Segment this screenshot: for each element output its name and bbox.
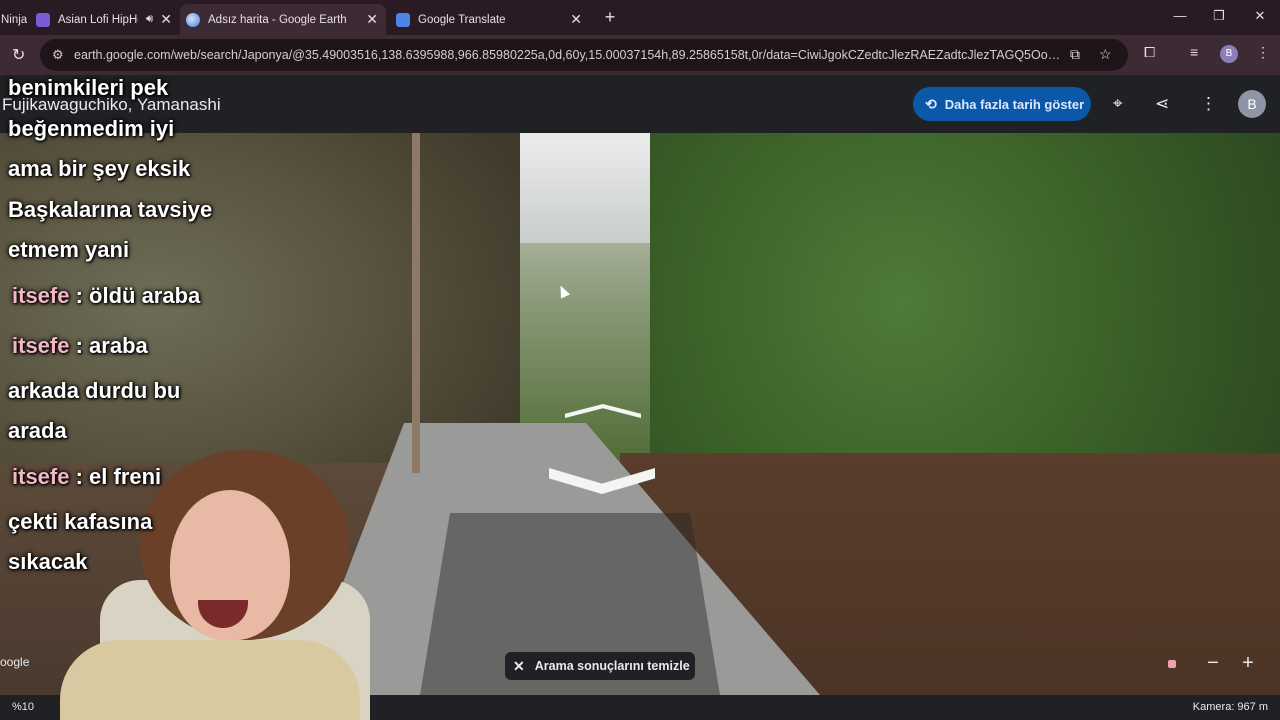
- more-options-icon[interactable]: ⋮: [1200, 94, 1217, 114]
- tab-ninja[interactable]: Ninja: [0, 4, 30, 35]
- google-earth-icon: [186, 12, 200, 27]
- chat-username: itsefe: [12, 282, 70, 308]
- chat-username: itsefe: [12, 463, 70, 489]
- chat-line: Başkalarına tavsiye: [8, 190, 248, 231]
- chat-line: benimkileri pek: [8, 68, 248, 109]
- chat-text: arkada durdu bu: [8, 377, 181, 403]
- chat-line: itsefe : el freni: [8, 452, 248, 502]
- tab-bar: Ninja Asian Lofi HipHop 🔊︎ ✕ Adsız harit…: [0, 0, 1280, 35]
- close-icon[interactable]: ✕: [366, 11, 378, 28]
- streamer-body: [60, 640, 360, 720]
- music-icon: [36, 12, 50, 27]
- chat-text: etmem yani: [8, 237, 130, 262]
- show-more-history-button[interactable]: ⟲ Daha fazla tarih göster: [913, 87, 1091, 121]
- close-icon: ✕: [513, 657, 525, 674]
- profile-avatar[interactable]: B: [1220, 45, 1238, 63]
- chat-line: itsefe : araba: [8, 321, 248, 371]
- bookmark-star-icon[interactable]: ☆: [1099, 46, 1112, 63]
- speaker-icon[interactable]: 🔊︎: [146, 13, 153, 26]
- screenshot-icon[interactable]: ⌖: [1113, 94, 1123, 114]
- chat-line: sıkacak: [8, 542, 248, 583]
- share-icon[interactable]: ⋖: [1155, 94, 1169, 114]
- tab-title: Adsız harita - Google Earth: [208, 13, 347, 26]
- tab-google-earth[interactable]: Adsız harita - Google Earth ✕: [180, 4, 386, 35]
- history-button-label: Daha fazla tarih göster: [944, 96, 1085, 112]
- clear-button-label: Arama sonuçlarını temizle: [534, 659, 690, 673]
- chat-text: beğenmedim iyi: [8, 115, 175, 141]
- new-tab-button[interactable]: +: [601, 7, 619, 27]
- extensions-icon[interactable]: ⧠: [1144, 44, 1155, 61]
- chat-text: ama bir şey eksik: [8, 156, 191, 181]
- minimize-button[interactable]: —: [1170, 8, 1190, 23]
- chat-line: ama bir şey eksik: [8, 149, 248, 190]
- tab-google-translate[interactable]: Google Translate ✕: [390, 4, 590, 35]
- chat-username: itsefe: [12, 332, 70, 358]
- chat-line: arada: [8, 411, 248, 452]
- tab-title: Google Translate: [418, 13, 506, 26]
- install-app-icon[interactable]: ⧉: [1070, 46, 1080, 63]
- chat-text: benimkileri pek: [8, 75, 169, 100]
- close-icon[interactable]: ✕: [570, 11, 582, 28]
- zoom-out-button[interactable]: −: [1203, 652, 1223, 675]
- chat-text: : araba: [69, 332, 148, 358]
- camera-altitude: Kamera: 967 m: [1192, 701, 1268, 713]
- chat-text: : el freni: [69, 463, 162, 489]
- chat-line: beğenmedim iyi: [8, 109, 248, 150]
- chat-text: çekti kafasına: [8, 508, 153, 534]
- restore-button[interactable]: ❐: [1209, 8, 1229, 24]
- close-window-button[interactable]: ✕: [1250, 8, 1270, 24]
- chat-line: çekti kafasına: [8, 502, 248, 543]
- chat-text: Başkalarına tavsiye: [8, 196, 213, 222]
- account-avatar[interactable]: B: [1238, 90, 1266, 118]
- site-info-icon[interactable]: ⚙: [52, 47, 64, 63]
- tab-title: Ninja: [1, 13, 28, 26]
- tab-asian-lofi[interactable]: Asian Lofi HipHop 🔊︎ ✕: [30, 4, 180, 35]
- chat-line: arkada durdu bu: [8, 371, 248, 412]
- zoom-in-button[interactable]: +: [1238, 652, 1258, 675]
- stream-chat-overlay: benimkileri pek beğenmedim iyi ama bir ş…: [8, 68, 248, 583]
- chat-line: itsefe : öldü araba: [8, 271, 248, 321]
- chat-text: arada: [8, 418, 67, 443]
- history-icon: ⟲: [925, 95, 937, 112]
- menu-kebab-icon[interactable]: ⋮: [1256, 44, 1270, 61]
- address-bar[interactable]: ⚙ earth.google.com/web/search/Japonya/@3…: [40, 39, 1128, 71]
- translate-icon: [396, 12, 410, 27]
- reload-icon[interactable]: ↻: [12, 45, 25, 65]
- url-text[interactable]: earth.google.com/web/search/Japonya/@35.…: [74, 48, 1064, 62]
- clear-search-results-button[interactable]: ✕ Arama sonuçlarını temizle: [505, 652, 695, 680]
- chat-text: sıkacak: [8, 549, 88, 574]
- pegman-icon[interactable]: [1168, 660, 1176, 668]
- media-controls-icon[interactable]: ≡: [1190, 44, 1198, 60]
- tab-title: Asian Lofi HipHop: [58, 13, 138, 26]
- close-icon[interactable]: ✕: [160, 11, 172, 28]
- chat-line: etmem yani: [8, 230, 248, 271]
- utility-pole: [412, 133, 420, 473]
- google-logo-text: oogle: [0, 655, 30, 669]
- chat-text: : öldü araba: [69, 282, 201, 308]
